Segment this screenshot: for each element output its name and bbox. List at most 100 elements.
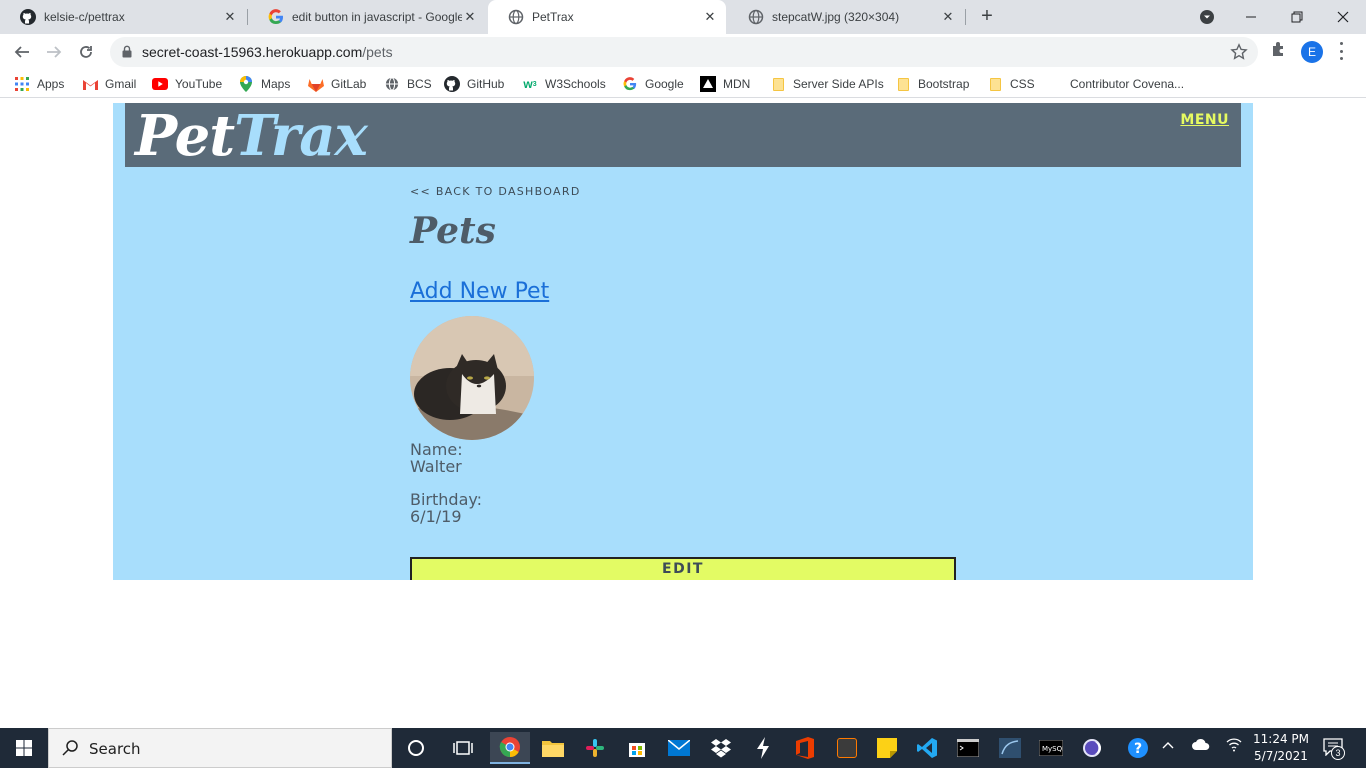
site-logo[interactable]: PetTrax xyxy=(135,103,368,169)
restore-button[interactable] xyxy=(1274,0,1320,34)
reload-icon xyxy=(80,46,92,58)
notification-count-badge: 3 xyxy=(1331,746,1345,760)
search-icon xyxy=(61,739,79,762)
tab-github-pettrax[interactable]: kelsie-c/pettrax ✕ xyxy=(0,0,246,34)
bookmark-gitlab[interactable]: GitLab xyxy=(308,75,366,93)
folder-icon xyxy=(987,76,1003,92)
bookmark-label: Server Side APIs xyxy=(793,77,884,91)
svg-text:MySQL: MySQL xyxy=(1042,745,1063,753)
help-icon[interactable]: ? xyxy=(1118,732,1158,764)
folder-icon xyxy=(895,76,911,92)
new-tab-button[interactable]: + xyxy=(976,6,998,28)
bookmark-star-icon[interactable] xyxy=(1230,43,1248,66)
taskbar-search-box[interactable]: Search xyxy=(48,728,392,768)
bookmark-w3schools[interactable]: w3 W3Schools xyxy=(522,75,605,93)
bookmark-bcs[interactable]: BCS xyxy=(384,75,432,93)
bookmark-github[interactable]: GitHub xyxy=(444,75,504,93)
close-icon[interactable]: ✕ xyxy=(702,9,718,25)
mysql-workbench-icon[interactable] xyxy=(990,732,1030,764)
close-icon xyxy=(1337,11,1349,23)
w3schools-icon: w3 xyxy=(523,77,537,91)
github-icon xyxy=(444,76,460,92)
cortana-icon[interactable] xyxy=(396,732,436,764)
sticky-notes-icon[interactable] xyxy=(867,732,907,764)
bookmark-bootstrap[interactable]: Bootstrap xyxy=(895,75,969,93)
bookmark-css[interactable]: CSS xyxy=(987,75,1035,93)
crescent-icon xyxy=(1047,76,1063,92)
bookmark-maps[interactable]: Maps xyxy=(238,75,290,93)
bookmark-contributor-covenant[interactable]: Contributor Covena... xyxy=(1047,75,1184,93)
vscode-icon[interactable] xyxy=(907,732,947,764)
bookmark-gmail[interactable]: Gmail xyxy=(82,75,136,93)
store-icon[interactable] xyxy=(617,732,657,764)
menu-link[interactable]: MENU xyxy=(1180,112,1229,128)
mdn-icon xyxy=(700,76,716,92)
forward-button[interactable] xyxy=(42,40,66,64)
task-view-icon[interactable] xyxy=(443,732,483,764)
youtube-icon xyxy=(152,76,168,92)
reload-button[interactable] xyxy=(74,40,98,64)
tab-pettrax[interactable]: PetTrax ✕ xyxy=(488,0,726,34)
eclipse-icon[interactable] xyxy=(1072,732,1112,764)
google-icon xyxy=(622,76,638,92)
taskbar-clock[interactable]: 11:24 PM 5/7/2021 xyxy=(1248,731,1314,765)
tab-title: edit button in javascript - Google xyxy=(292,10,462,24)
tab-search-button[interactable] xyxy=(1184,0,1230,34)
back-to-dashboard-link[interactable]: << BACK TO DASHBOARD xyxy=(410,185,581,198)
file-explorer-icon[interactable] xyxy=(533,732,573,764)
dropbox-icon[interactable] xyxy=(701,732,741,764)
notifications-button[interactable]: 3 xyxy=(1323,738,1345,761)
browser-toolbar: secret-coast-15963.herokuapp.com/pets E xyxy=(0,34,1366,70)
close-icon[interactable]: ✕ xyxy=(940,9,956,25)
bookmark-youtube[interactable]: YouTube xyxy=(152,75,222,93)
tab-stepcat-image[interactable]: stepcatW.jpg (320×304) ✕ xyxy=(728,0,964,34)
mail-icon[interactable] xyxy=(659,732,699,764)
wifi-icon[interactable] xyxy=(1226,738,1242,755)
bookmark-apps[interactable]: Apps xyxy=(14,75,64,93)
bookmark-label: BCS xyxy=(407,77,432,91)
clock-time: 11:24 PM xyxy=(1253,732,1309,746)
tab-title: kelsie-c/pettrax xyxy=(44,10,125,24)
office-icon[interactable] xyxy=(785,732,825,764)
google-icon xyxy=(268,9,284,25)
edit-button[interactable]: EDIT xyxy=(410,557,956,580)
bookmark-label: Apps xyxy=(37,77,65,91)
maps-pin-icon xyxy=(238,76,254,92)
tab-title: stepcatW.jpg (320×304) xyxy=(772,10,900,24)
minimize-icon xyxy=(1246,16,1256,18)
onedrive-cloud-icon[interactable] xyxy=(1192,738,1210,753)
slack-icon[interactable] xyxy=(575,732,615,764)
windows-taskbar: Search MySQL xyxy=(0,728,1366,768)
logo-trax: Trax xyxy=(234,103,368,169)
extensions-puzzle-icon[interactable] xyxy=(1270,40,1288,63)
close-icon[interactable]: ✕ xyxy=(462,9,478,25)
browser-menu-icon[interactable] xyxy=(1338,42,1344,60)
bookmark-label: GitHub xyxy=(467,77,505,91)
bookmark-mdn[interactable]: MDN xyxy=(700,75,750,93)
minimize-button[interactable] xyxy=(1228,0,1274,34)
bookmark-google[interactable]: Google xyxy=(622,75,684,93)
bookmark-label: Bootstrap xyxy=(918,77,970,91)
command-prompt-icon[interactable] xyxy=(948,732,988,764)
close-icon[interactable]: ✕ xyxy=(222,9,238,25)
svg-text:?: ? xyxy=(1134,741,1142,757)
tab-google-search[interactable]: edit button in javascript - Google ✕ xyxy=(248,0,486,34)
profile-avatar[interactable]: E xyxy=(1301,41,1323,63)
start-button[interactable] xyxy=(0,728,48,768)
bookmark-label: Maps xyxy=(261,77,291,91)
mysql-shell-icon[interactable]: MySQL xyxy=(1031,732,1071,764)
lock-icon xyxy=(122,45,132,63)
close-window-button[interactable] xyxy=(1320,0,1366,34)
back-button[interactable] xyxy=(10,40,34,64)
bookmark-label: Gmail xyxy=(105,77,137,91)
chrome-taskbar-icon[interactable] xyxy=(490,732,530,764)
url-text: secret-coast-15963.herokuapp.com/pets xyxy=(142,44,393,60)
terminal-app-icon[interactable] xyxy=(743,732,783,764)
address-bar[interactable]: secret-coast-15963.herokuapp.com/pets xyxy=(110,37,1258,67)
chevron-up-icon[interactable] xyxy=(1161,738,1175,755)
bookmark-server-side-apis[interactable]: Server Side APIs xyxy=(770,75,884,93)
pet-photo xyxy=(410,316,534,440)
gitkraken-icon[interactable] xyxy=(827,732,867,764)
arrow-right-icon xyxy=(47,46,62,58)
add-new-pet-link[interactable]: Add New Pet xyxy=(410,279,549,304)
